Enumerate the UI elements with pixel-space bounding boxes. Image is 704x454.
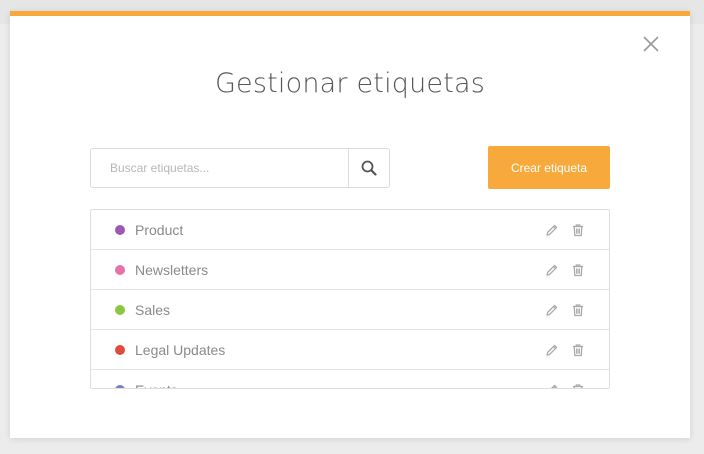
delete-tag-button[interactable] bbox=[571, 343, 585, 357]
delete-tag-button[interactable] bbox=[571, 303, 585, 317]
pencil-icon[interactable] bbox=[545, 263, 559, 277]
tag-row[interactable]: Product bbox=[91, 210, 609, 250]
close-icon bbox=[643, 36, 659, 52]
pencil-icon[interactable] bbox=[545, 223, 559, 237]
tag-list: Product Newsletters Sales Legal Updates Even… bbox=[90, 209, 610, 389]
row-actions bbox=[545, 210, 585, 249]
delete-tag-button[interactable] bbox=[571, 223, 585, 237]
create-tag-button[interactable]: Crear etiqueta bbox=[488, 146, 610, 189]
search-button[interactable] bbox=[348, 149, 389, 187]
pencil-icon[interactable] bbox=[545, 383, 559, 390]
row-actions bbox=[545, 330, 585, 369]
modal-title: Gestionar etiquetas bbox=[214, 68, 486, 99]
search-input[interactable] bbox=[91, 149, 348, 187]
tag-label: Product bbox=[135, 221, 184, 238]
tag-label: Newsletters bbox=[135, 261, 209, 278]
edit-tag-button[interactable] bbox=[545, 383, 559, 390]
delete-tag-button[interactable] bbox=[571, 383, 585, 390]
pencil-icon[interactable] bbox=[545, 343, 559, 357]
trash-icon[interactable] bbox=[571, 383, 585, 390]
trash-icon[interactable] bbox=[571, 263, 585, 277]
tag-row[interactable]: Legal Updates bbox=[91, 330, 609, 370]
close-button[interactable] bbox=[642, 35, 660, 53]
pencil-icon[interactable] bbox=[545, 303, 559, 317]
edit-tag-button[interactable] bbox=[545, 303, 559, 317]
row-actions bbox=[545, 290, 585, 329]
search-box bbox=[90, 148, 390, 188]
trash-icon[interactable] bbox=[571, 303, 585, 317]
tag-color-dot bbox=[115, 344, 125, 355]
manage-tags-modal: Gestionar etiquetas Crear etiqueta Produ… bbox=[10, 11, 690, 438]
trash-icon[interactable] bbox=[571, 223, 585, 237]
row-actions bbox=[545, 250, 585, 289]
tag-color-dot bbox=[115, 304, 125, 315]
tag-row[interactable]: Newsletters bbox=[91, 250, 609, 290]
tag-row[interactable]: Events bbox=[91, 370, 609, 390]
delete-tag-button[interactable] bbox=[571, 263, 585, 277]
edit-tag-button[interactable] bbox=[545, 223, 559, 237]
tag-color-dot bbox=[115, 264, 125, 275]
search-icon bbox=[361, 160, 377, 176]
tag-label: Events bbox=[135, 382, 178, 389]
tag-color-dot bbox=[115, 224, 125, 235]
tag-label: Legal Updates bbox=[135, 341, 226, 358]
tag-row[interactable]: Sales bbox=[91, 290, 609, 330]
edit-tag-button[interactable] bbox=[545, 343, 559, 357]
tag-color-dot bbox=[115, 384, 125, 388]
trash-icon[interactable] bbox=[571, 343, 585, 357]
tag-label: Sales bbox=[135, 301, 171, 318]
edit-tag-button[interactable] bbox=[545, 263, 559, 277]
row-actions bbox=[545, 370, 585, 390]
